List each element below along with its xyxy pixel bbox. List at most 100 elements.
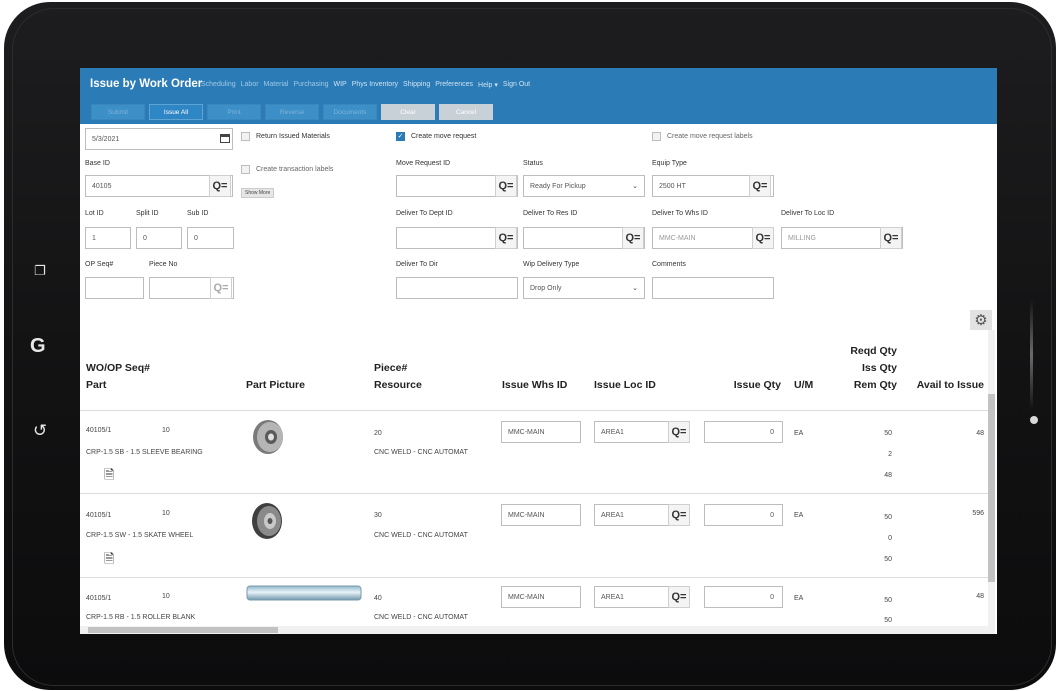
col-reqd-qty[interactable]: Reqd Qty [820, 343, 897, 360]
power-icon[interactable]: G [30, 336, 46, 356]
row2-loc-lookup-icon[interactable]: Q= [668, 504, 690, 526]
comments-label: Comments [652, 261, 686, 268]
row2-part[interactable]: CRP-1.5 SW - 1.5 SKATE WHEEL [86, 532, 193, 539]
row3-loc-lookup-icon[interactable]: Q= [668, 586, 690, 608]
row1-seq: 10 [162, 427, 170, 434]
row3-um: EA [794, 595, 804, 602]
nav-purchasing[interactable]: Purchasing [293, 81, 328, 89]
checkbox-checked[interactable]: ✓ [396, 132, 405, 141]
clear-button[interactable]: Clear [381, 104, 435, 120]
wip-delivery-value: Drop Only [530, 284, 562, 292]
row3-whs-input[interactable]: MMC-MAIN [501, 586, 581, 608]
nav-sign-out[interactable]: Sign Out [503, 81, 530, 89]
op-seq-input[interactable] [85, 277, 144, 299]
row3-part[interactable]: CRP-1.5 RB - 1.5 ROLLER BLANK [86, 614, 195, 621]
col-part[interactable]: Part [86, 377, 106, 394]
submit-button[interactable]: Submit [91, 104, 145, 120]
wip-delivery-select[interactable]: Drop Only ⌄ [523, 277, 645, 299]
toolbar: Submit Issue All Print Reverse Documents… [91, 104, 493, 120]
col-um[interactable]: U/M [794, 377, 813, 394]
date-field[interactable]: 5/3/2021 [85, 128, 233, 150]
horizontal-scroll-thumb[interactable] [88, 627, 278, 633]
row3-qty-input[interactable]: 0 [704, 586, 783, 608]
issue-all-button[interactable]: Issue All [149, 104, 203, 120]
nav-shipping[interactable]: Shipping [403, 81, 430, 89]
create-move-labels-checkbox[interactable]: Create move request labels [652, 132, 753, 141]
piece-no-label: Piece No [149, 261, 178, 268]
windows-icon[interactable]: ❐ [34, 264, 46, 277]
checkbox-box[interactable] [241, 165, 250, 174]
col-issue-whs[interactable]: Issue Whs ID [502, 377, 567, 394]
nav-labor[interactable]: Labor [241, 81, 259, 89]
col-wo-op-seq[interactable]: WO/OP Seq# [86, 360, 150, 377]
row1-piece: 20 [374, 430, 382, 437]
deliver-res-lookup-icon[interactable]: Q= [622, 227, 644, 249]
row2-qty-input[interactable]: 0 [704, 504, 783, 526]
row1-part[interactable]: CRP-1.5 SB - 1.5 SLEEVE BEARING [86, 449, 203, 456]
deliver-loc-lookup-icon[interactable]: Q= [880, 227, 902, 249]
row2-loc-value: AREA1 [601, 511, 624, 519]
reverse-button[interactable]: Reverse [265, 104, 319, 120]
deliver-dir-textarea[interactable] [396, 277, 518, 299]
row1-rem: 48 [884, 472, 892, 479]
chevron-down-icon: ⌄ [632, 183, 638, 190]
chevron-down-icon: ⌄ [632, 285, 638, 292]
split-id-input[interactable]: 0 [136, 227, 182, 249]
nav-phys-inventory[interactable]: Phys Inventory [352, 81, 398, 89]
status-value: Ready For Pickup [530, 182, 586, 190]
document-icon[interactable]: 🗎 [104, 550, 114, 572]
move-request-lookup-icon[interactable]: Q= [495, 175, 517, 197]
calendar-icon[interactable] [220, 134, 230, 143]
row3-loc-value: AREA1 [601, 593, 624, 601]
col-resource[interactable]: Resource [374, 377, 422, 394]
lot-id-input[interactable]: 1 [85, 227, 131, 249]
row1-whs-value: MMC-MAIN [508, 428, 545, 436]
col-piece[interactable]: Piece# [374, 360, 407, 377]
nav-scheduling[interactable]: Scheduling [201, 81, 236, 89]
gear-icon[interactable]: ⚙ [970, 310, 992, 330]
row1-qty-input[interactable]: 0 [704, 421, 783, 443]
return-issued-checkbox[interactable]: Return Issued Materials [241, 132, 330, 141]
print-button[interactable]: Print [207, 104, 261, 120]
row1-loc-lookup-icon[interactable]: Q= [668, 421, 690, 443]
deliver-dept-lookup-icon[interactable]: Q= [495, 227, 517, 249]
col-issue-qty[interactable]: Issue Qty [720, 377, 781, 394]
date-value: 5/3/2021 [92, 135, 120, 143]
show-more-button[interactable]: Show More [241, 188, 275, 198]
nav-wip[interactable]: WIP [333, 81, 346, 89]
col-iss-qty[interactable]: Iss Qty [820, 360, 897, 377]
col-issue-loc[interactable]: Issue Loc ID [594, 377, 656, 394]
piece-no-lookup-icon[interactable]: Q= [210, 277, 232, 299]
roller-blank-picture [246, 585, 362, 601]
vertical-scroll-thumb[interactable] [988, 394, 995, 582]
documents-button[interactable]: Documents [323, 104, 377, 120]
row3-avail: 48 [976, 593, 984, 600]
row3-piece: 40 [374, 595, 382, 602]
nav-help[interactable]: Help ▾ [478, 81, 498, 89]
deliver-whs-lookup-icon[interactable]: Q= [752, 227, 774, 249]
status-select[interactable]: Ready For Pickup ⌄ [523, 175, 645, 197]
sub-id-input[interactable]: 0 [187, 227, 234, 249]
create-move-request-checkbox[interactable]: ✓ Create move request [396, 132, 476, 141]
create-transaction-labels-checkbox[interactable]: Create transaction labels [241, 165, 333, 174]
col-rem-qty[interactable]: Rem Qty [820, 377, 897, 394]
document-icon[interactable]: 🗎 [104, 466, 114, 488]
col-avail-to-issue[interactable]: Avail to Issue [898, 377, 984, 394]
cancel-button[interactable]: Cancel [439, 104, 493, 120]
create-move-labels-label: Create move request labels [667, 133, 753, 140]
base-id-lookup-icon[interactable]: Q= [209, 175, 231, 197]
row1-whs-input[interactable]: MMC-MAIN [501, 421, 581, 443]
nav-material[interactable]: Material [264, 81, 289, 89]
row2-whs-input[interactable]: MMC-MAIN [501, 504, 581, 526]
grid-divider [80, 410, 988, 411]
nav-preferences[interactable]: Preferences [435, 81, 473, 89]
row3-iss: 50 [884, 617, 892, 624]
col-part-picture[interactable]: Part Picture [246, 377, 305, 394]
equip-type-lookup-icon[interactable]: Q= [749, 175, 771, 197]
row3-qty-value: 0 [770, 593, 774, 601]
checkbox-box[interactable] [652, 132, 661, 141]
skate-wheel-picture [252, 503, 282, 539]
comments-textarea[interactable] [652, 277, 774, 299]
checkbox-box[interactable] [241, 132, 250, 141]
back-icon[interactable]: ↺ [33, 422, 47, 439]
